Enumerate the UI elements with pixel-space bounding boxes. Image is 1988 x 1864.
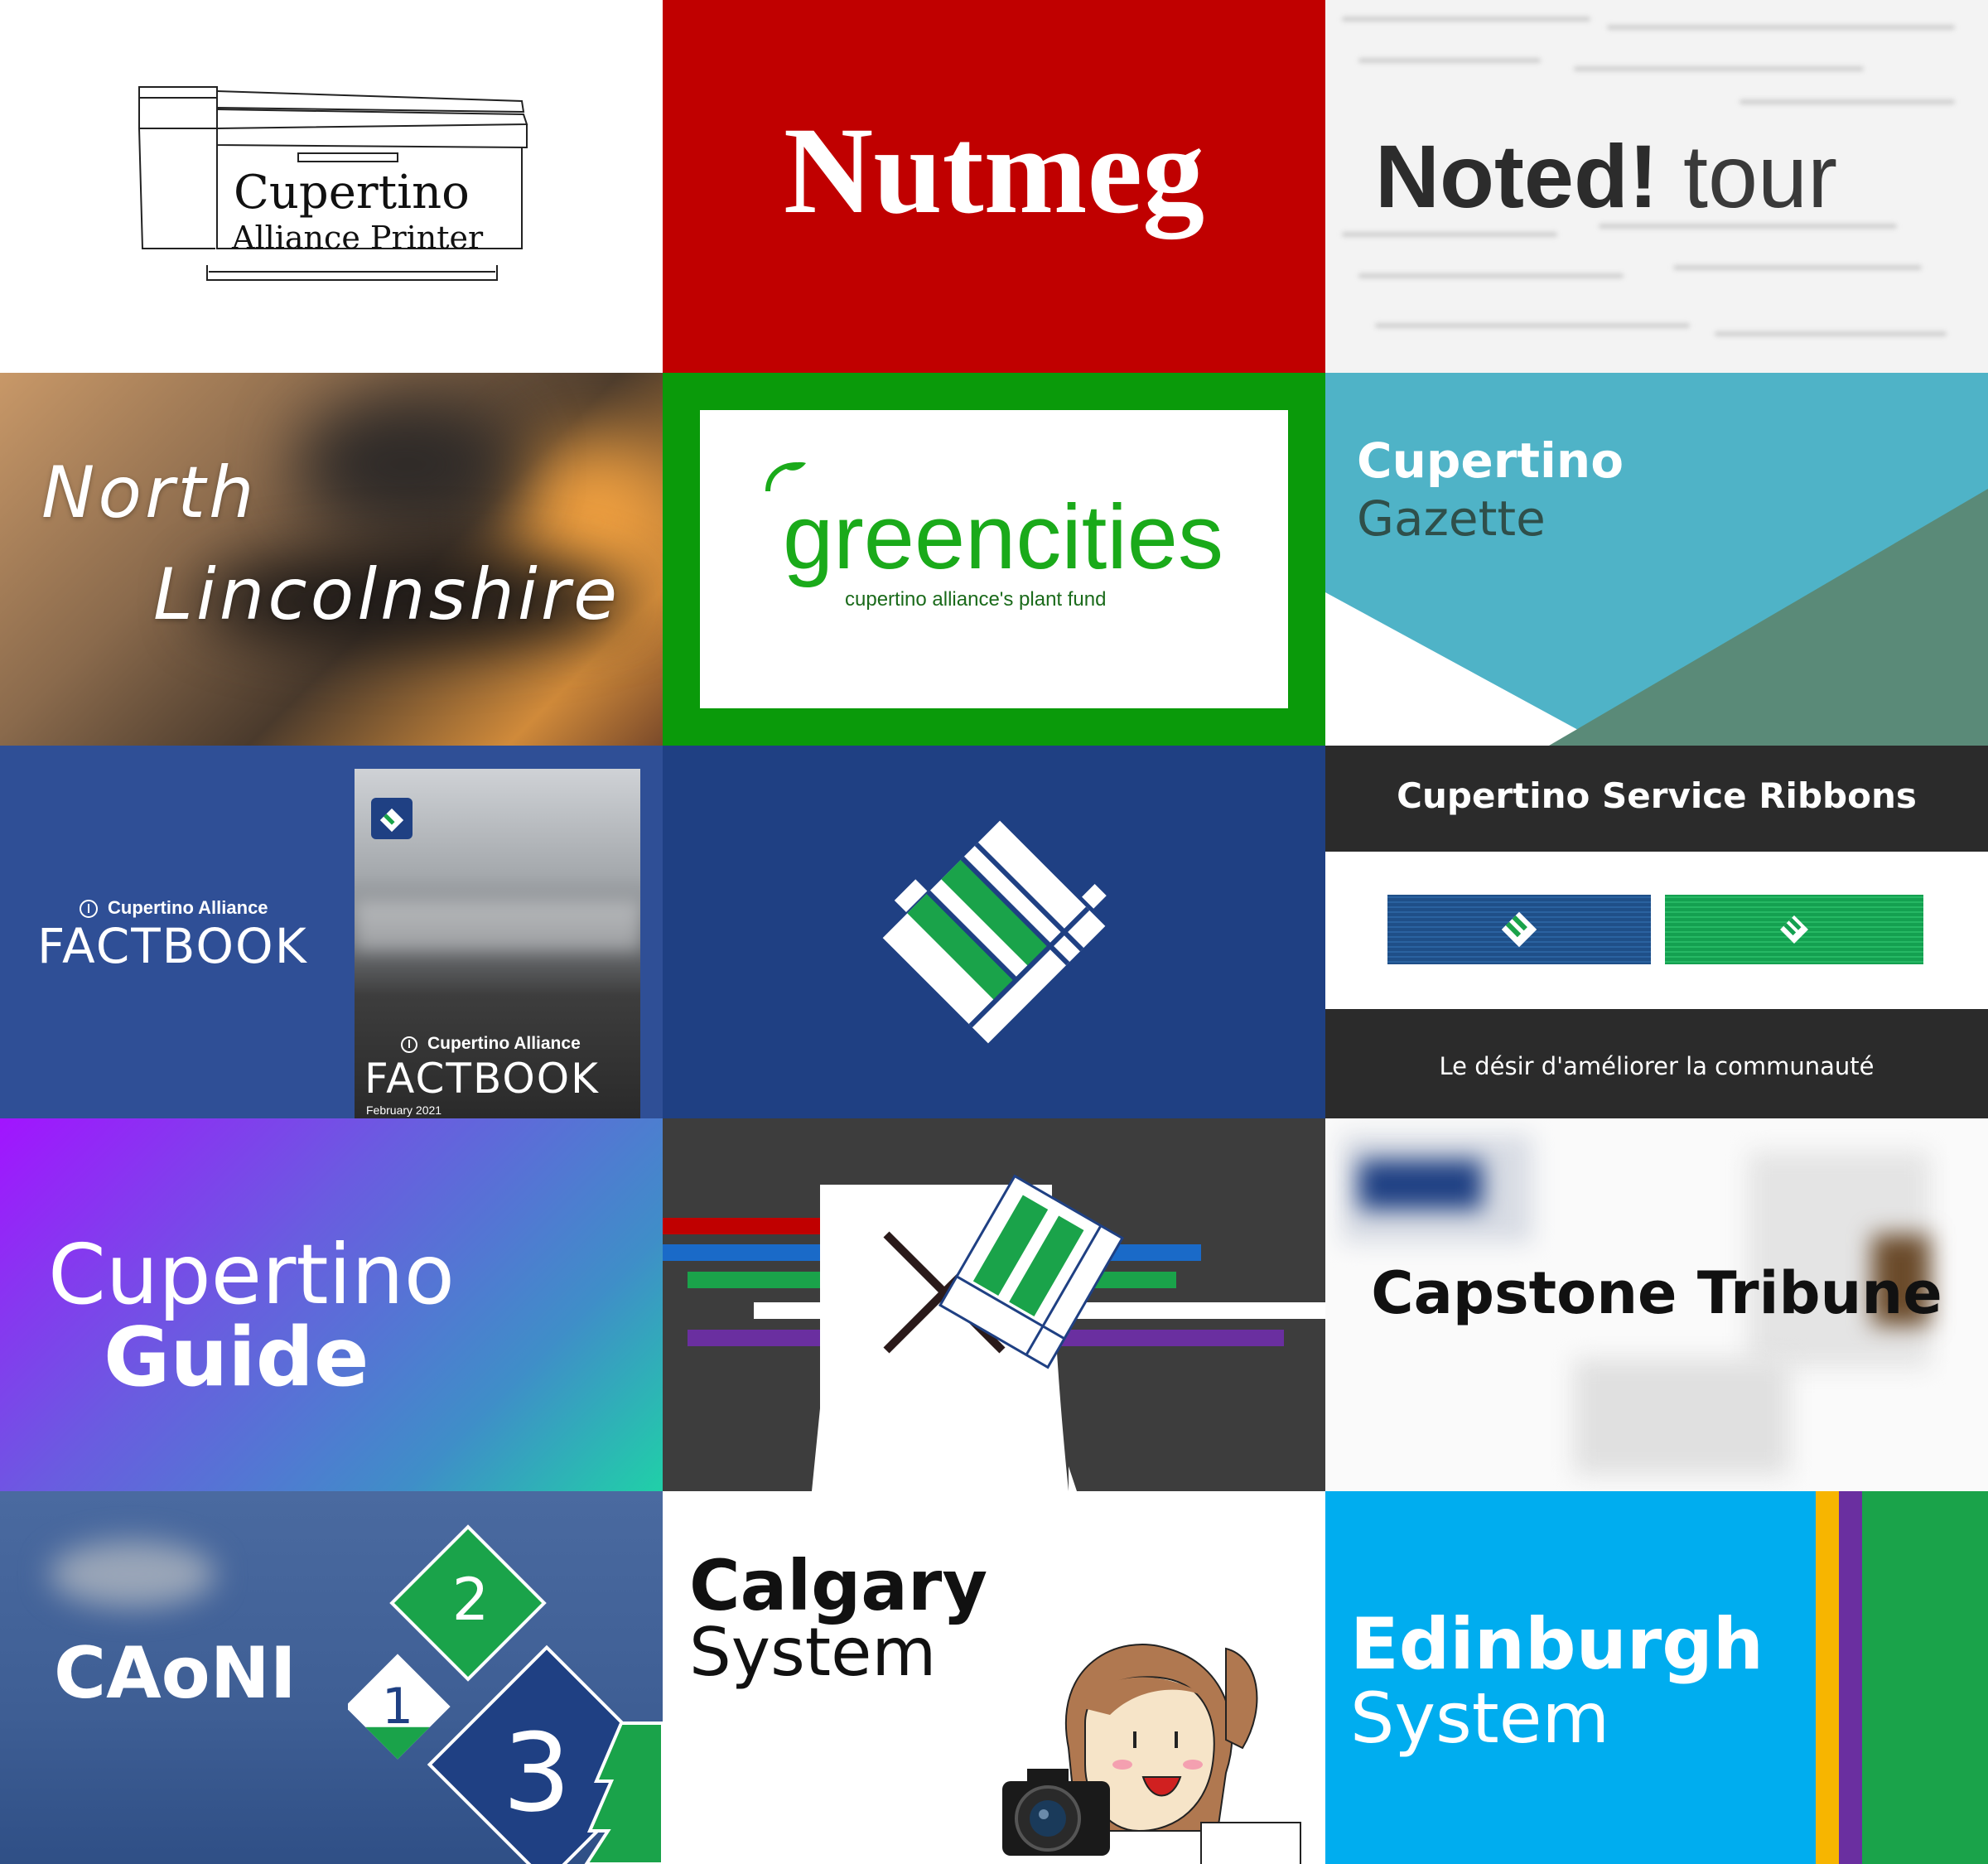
cover-date: February 2021 xyxy=(366,1103,442,1117)
flag-scene-illustration xyxy=(663,1174,1325,1491)
cover-circle-icon xyxy=(401,1036,417,1053)
tile-cupertino-guide[interactable]: Cupertino Guide xyxy=(0,1118,663,1491)
blurred-bird xyxy=(50,1541,215,1607)
tile-nutmeg[interactable]: Nutmeg xyxy=(663,0,1325,373)
printer-title-line2: Alliance Printer xyxy=(232,220,484,256)
alliance-emblem-icon xyxy=(882,820,1107,1044)
factbook-cover: Cupertino Alliance FACTBOOK February 202… xyxy=(355,769,640,1118)
ribbons-title: Cupertino Service Ribbons xyxy=(1397,775,1917,816)
noted-title: Noted! tour xyxy=(1375,124,1837,228)
edinburgh-line2: System xyxy=(1350,1678,1610,1759)
tile-alliance-emblem[interactable] xyxy=(663,746,1325,1118)
thumbnail-grid: Cupertino Alliance Printer Nutmeg Noted!… xyxy=(0,0,1988,1864)
cover-shoreline xyxy=(355,901,640,951)
gazette-line2: Gazette xyxy=(1357,490,1546,547)
gazette-line1: Cupertino xyxy=(1357,432,1624,489)
tile-service-ribbons[interactable]: Cupertino Service Ribbons Le désir d'amé… xyxy=(1325,746,1988,1118)
photographer-illustration xyxy=(1002,1644,1301,1864)
ribbons-motto: Le désir d'améliorer la communauté xyxy=(1439,1052,1875,1080)
caoni-num3: 3 xyxy=(503,1710,572,1836)
caoni-num1: 1 xyxy=(382,1678,413,1736)
tile-capstone-tribune[interactable]: Capstone Tribune xyxy=(1325,1118,1988,1491)
stripe-green xyxy=(1862,1491,1988,1864)
gazette-shapes xyxy=(1325,489,1988,746)
greencities-wordmark: greencities xyxy=(783,486,1223,588)
blurred-photo-1 xyxy=(1358,1160,1483,1210)
north-line2: Lincolnshire xyxy=(153,553,621,636)
ribbons-band xyxy=(1325,852,1988,1009)
caoni-num2: 2 xyxy=(452,1566,490,1634)
tile-calgary-system[interactable]: Calgary System xyxy=(663,1491,1325,1864)
factbook-org: Cupertino Alliance xyxy=(108,897,268,918)
nutmeg-title: Nutmeg xyxy=(783,102,1205,239)
tile-cupertino-gazette[interactable]: Cupertino Gazette xyxy=(1325,373,1988,746)
noted-title-bold: Noted! xyxy=(1375,126,1658,226)
tile-printer[interactable]: Cupertino Alliance Printer xyxy=(0,0,663,373)
tile-noted-tour[interactable]: Noted! tour xyxy=(1325,0,1988,373)
tile-factbook[interactable]: Cupertino Alliance FACTBOOK Cupertino Al… xyxy=(0,746,663,1118)
tile-caoni[interactable]: CAoNI 1 2 3 xyxy=(0,1491,663,1864)
tile-north-lincolnshire[interactable]: North Lincolnshire xyxy=(0,373,663,746)
calgary-line2: System xyxy=(689,1614,937,1691)
greencities-card: greencities cupertino alliance's plant f… xyxy=(700,410,1288,708)
capstone-title: Capstone Tribune xyxy=(1371,1259,1942,1327)
cover-logo-badge xyxy=(371,798,413,839)
blurred-newspaper-3 xyxy=(1574,1359,1789,1475)
caoni-diamonds: 1 2 3 xyxy=(348,1524,663,1864)
stripe-purple xyxy=(1839,1491,1862,1864)
north-line1: North xyxy=(41,452,258,534)
tile-greencities[interactable]: greencities cupertino alliance's plant f… xyxy=(663,373,1325,746)
printer-title-line1: Cupertino xyxy=(234,166,470,220)
tile-flag-scene[interactable] xyxy=(663,1118,1325,1491)
guide-line1: Cupertino xyxy=(48,1226,455,1323)
alliance-circle-icon xyxy=(80,900,98,918)
tile-edinburgh-system[interactable]: Edinburgh System xyxy=(1325,1491,1988,1864)
cover-org: Cupertino Alliance xyxy=(427,1034,581,1053)
greencities-tagline: cupertino alliance's plant fund xyxy=(845,588,1107,611)
cover-title: FACTBOOK xyxy=(364,1055,600,1103)
stripe-yellow xyxy=(1816,1491,1839,1864)
edinburgh-line1: Edinburgh xyxy=(1350,1603,1764,1686)
guide-line2: Guide xyxy=(104,1311,369,1405)
factbook-title: FACTBOOK xyxy=(37,918,308,974)
camera-icon xyxy=(1002,1769,1110,1856)
bokeh-shadow xyxy=(298,398,514,530)
noted-title-light: tour xyxy=(1682,126,1838,226)
caoni-title: CAoNI xyxy=(54,1632,297,1715)
